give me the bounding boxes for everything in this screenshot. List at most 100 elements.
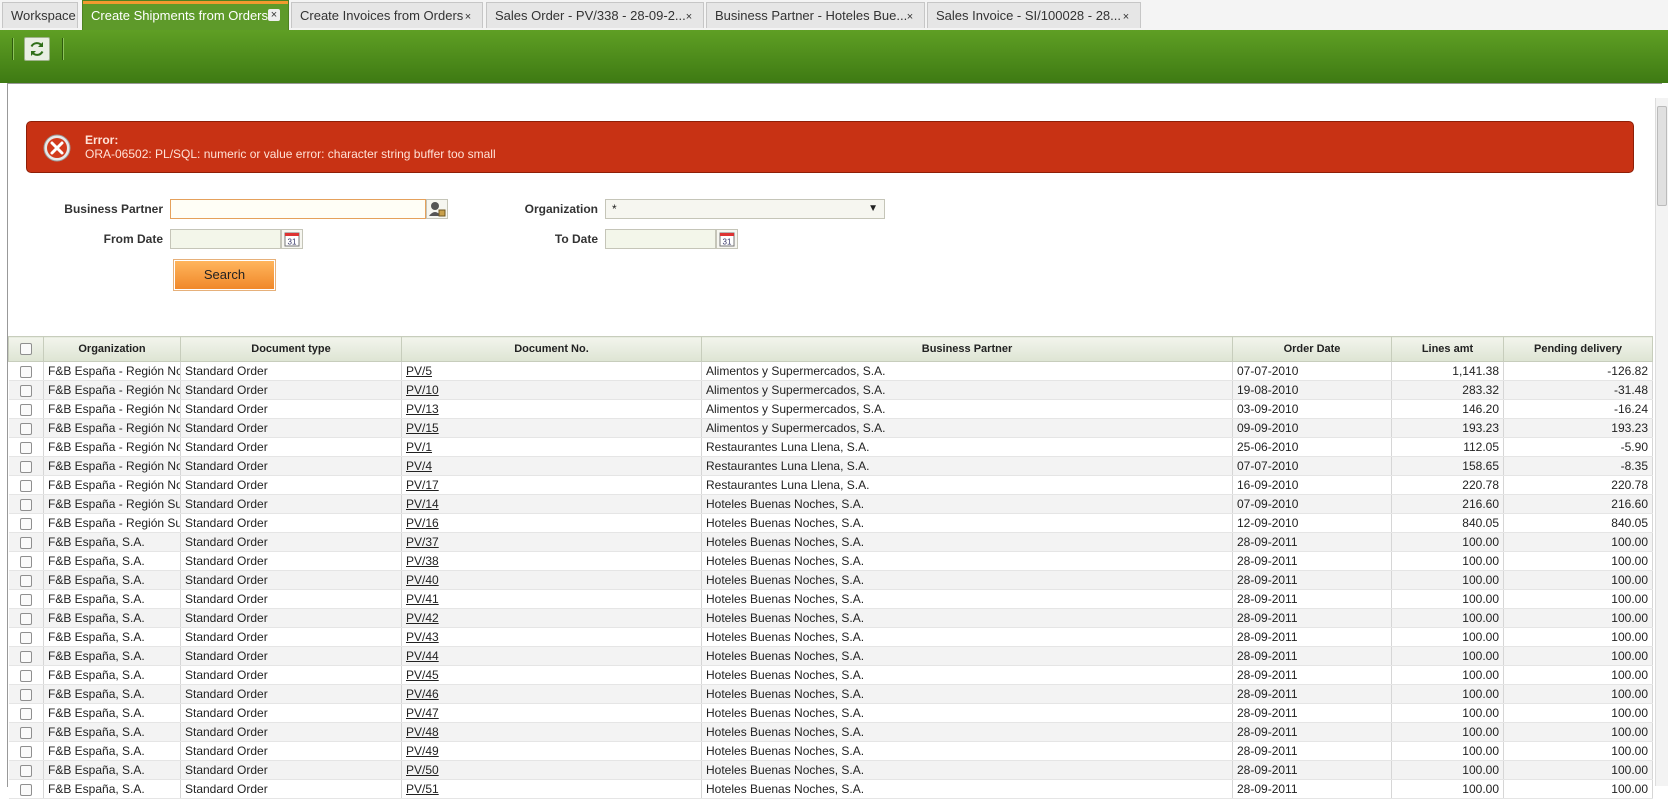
close-icon[interactable]: × — [1120, 11, 1132, 23]
row-checkbox[interactable] — [19, 384, 32, 397]
row-checkbox[interactable] — [19, 726, 32, 739]
table-row[interactable]: F&B España, S.A. Standard Order PV/50 Hotel… — [8, 760, 1653, 780]
row-checkbox[interactable] — [19, 688, 32, 701]
row-checkbox[interactable] — [19, 707, 32, 720]
from-date-input[interactable] — [170, 229, 281, 249]
business-partner-selector-button[interactable] — [426, 199, 448, 219]
document-link[interactable]: PV/14 — [406, 497, 439, 511]
row-checkbox[interactable] — [19, 574, 32, 587]
document-link[interactable]: PV/10 — [406, 383, 439, 397]
table-row[interactable]: F&B España - Región Sur Standard Order PV/… — [8, 513, 1653, 533]
row-checkbox[interactable] — [19, 517, 32, 530]
row-checkbox[interactable] — [19, 745, 32, 758]
row-checkbox-cell[interactable] — [8, 722, 44, 742]
row-checkbox[interactable] — [19, 441, 32, 454]
row-checkbox-cell[interactable] — [8, 779, 44, 799]
search-button[interactable]: Search — [174, 260, 275, 290]
select-all-checkbox[interactable] — [20, 343, 32, 356]
row-checkbox[interactable] — [19, 631, 32, 644]
row-checkbox-cell[interactable] — [8, 418, 44, 438]
row-checkbox[interactable] — [19, 422, 32, 435]
table-row[interactable]: F&B España - Región NorteStandard Order P… — [8, 437, 1653, 457]
row-checkbox-cell[interactable] — [8, 494, 44, 514]
row-checkbox-cell[interactable] — [8, 589, 44, 609]
row-checkbox[interactable] — [19, 593, 32, 606]
column-header-lines-amt[interactable]: Lines amt — [1391, 336, 1504, 362]
table-row[interactable]: F&B España - Región NorteStandard Order P… — [8, 361, 1653, 381]
row-checkbox-cell[interactable] — [8, 608, 44, 628]
table-row[interactable]: F&B España, S.A. Standard Order PV/43 Hotel… — [8, 627, 1653, 647]
document-link[interactable]: PV/46 — [406, 687, 439, 701]
vertical-scrollbar[interactable] — [1655, 98, 1668, 786]
row-checkbox-cell[interactable] — [8, 399, 44, 419]
row-checkbox[interactable] — [19, 650, 32, 663]
table-row[interactable]: F&B España - Región NorteStandard Order P… — [8, 475, 1653, 495]
column-header-document-type[interactable]: Document type — [180, 336, 402, 362]
row-checkbox[interactable] — [19, 365, 32, 378]
document-link[interactable]: PV/15 — [406, 421, 439, 435]
table-row[interactable]: F&B España, S.A. Standard Order PV/38 Hotel… — [8, 551, 1653, 571]
table-row[interactable]: F&B España - Región Sur Standard Order PV/… — [8, 494, 1653, 514]
document-link[interactable]: PV/50 — [406, 763, 439, 777]
row-checkbox-cell[interactable] — [8, 361, 44, 381]
to-date-calendar-button[interactable]: 31 — [716, 229, 738, 249]
from-date-calendar-button[interactable]: 31 — [281, 229, 303, 249]
row-checkbox[interactable] — [19, 764, 32, 777]
row-checkbox-cell[interactable] — [8, 513, 44, 533]
row-checkbox-cell[interactable] — [8, 475, 44, 495]
select-all-header[interactable] — [8, 336, 44, 362]
document-link[interactable]: PV/43 — [406, 630, 439, 644]
row-checkbox-cell[interactable] — [8, 532, 44, 552]
document-link[interactable]: PV/4 — [406, 459, 432, 473]
table-row[interactable]: F&B España - Región NorteStandard Order P… — [8, 380, 1653, 400]
table-row[interactable]: F&B España, S.A. Standard Order PV/51 Hotel… — [8, 779, 1653, 799]
document-link[interactable]: PV/42 — [406, 611, 439, 625]
document-link[interactable]: PV/17 — [406, 478, 439, 492]
row-checkbox-cell[interactable] — [8, 456, 44, 476]
column-header-organization[interactable]: Organization — [43, 336, 181, 362]
document-link[interactable]: PV/37 — [406, 535, 439, 549]
column-header-business-partner[interactable]: Business Partner — [701, 336, 1233, 362]
document-link[interactable]: PV/40 — [406, 573, 439, 587]
table-row[interactable]: F&B España, S.A. Standard Order PV/48 Hotel… — [8, 722, 1653, 742]
table-row[interactable]: F&B España, S.A. Standard Order PV/49 Hotel… — [8, 741, 1653, 761]
row-checkbox[interactable] — [19, 536, 32, 549]
row-checkbox[interactable] — [19, 669, 32, 682]
row-checkbox[interactable] — [19, 612, 32, 625]
to-date-input[interactable] — [605, 229, 716, 249]
document-link[interactable]: PV/49 — [406, 744, 439, 758]
document-link[interactable]: PV/45 — [406, 668, 439, 682]
row-checkbox-cell[interactable] — [8, 684, 44, 704]
document-link[interactable]: PV/48 — [406, 725, 439, 739]
organization-select[interactable]: * ▼ — [605, 199, 885, 219]
document-link[interactable]: PV/51 — [406, 782, 439, 796]
tab-create-invoices[interactable]: Create Invoices from Orders × — [291, 2, 483, 28]
table-row[interactable]: F&B España - Región NorteStandard Order P… — [8, 399, 1653, 419]
row-checkbox[interactable] — [19, 479, 32, 492]
table-row[interactable]: F&B España - Región NorteStandard Order P… — [8, 418, 1653, 438]
table-row[interactable]: F&B España - Región NorteStandard Order P… — [8, 456, 1653, 476]
refresh-button[interactable] — [24, 37, 50, 61]
close-icon[interactable]: × — [683, 11, 695, 23]
row-checkbox-cell[interactable] — [8, 570, 44, 590]
scrollbar-thumb[interactable] — [1657, 106, 1667, 206]
row-checkbox[interactable] — [19, 498, 32, 511]
table-row[interactable]: F&B España, S.A. Standard Order PV/46 Hotel… — [8, 684, 1653, 704]
document-link[interactable]: PV/13 — [406, 402, 439, 416]
column-header-pending-delivery[interactable]: Pending delivery — [1503, 336, 1653, 362]
row-checkbox[interactable] — [19, 403, 32, 416]
document-link[interactable]: PV/47 — [406, 706, 439, 720]
row-checkbox-cell[interactable] — [8, 760, 44, 780]
column-header-order-date[interactable]: Order Date — [1232, 336, 1392, 362]
row-checkbox-cell[interactable] — [8, 437, 44, 457]
close-icon[interactable]: × — [268, 9, 280, 21]
row-checkbox[interactable] — [19, 460, 32, 473]
column-header-document-no[interactable]: Document No. — [401, 336, 702, 362]
tab-create-shipments[interactable]: Create Shipments from Orders × — [82, 0, 289, 30]
row-checkbox-cell[interactable] — [8, 380, 44, 400]
tab-workspace[interactable]: Workspace — [2, 2, 78, 28]
tab-sales-order[interactable]: Sales Order - PV/338 - 28-09-2... × — [486, 2, 704, 28]
row-checkbox-cell[interactable] — [8, 551, 44, 571]
document-link[interactable]: PV/41 — [406, 592, 439, 606]
document-link[interactable]: PV/38 — [406, 554, 439, 568]
